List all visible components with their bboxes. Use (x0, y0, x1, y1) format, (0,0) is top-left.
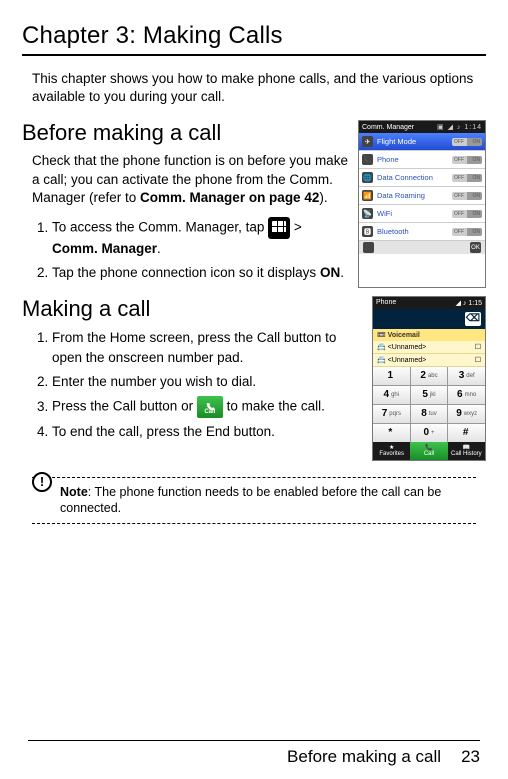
page-footer: Before making a call 23 (28, 740, 480, 767)
chapter-intro: This chapter shows you how to make phone… (32, 70, 486, 106)
phone-dialer-screenshot: Phone ◢ ♪ 1:15 ⌫ 📼 Voicemail 📇 <Unnamed>… (372, 296, 486, 461)
alert-icon: ! (32, 472, 52, 492)
call-button-icon: Call (197, 396, 223, 418)
dial-key: * (373, 424, 410, 442)
toggle-switch: OFFON (452, 174, 482, 182)
sec1-step-2: Tap the phone connection icon so it disp… (52, 263, 348, 283)
call-tab: 📞Call (410, 442, 447, 460)
comm-row: ✈ Flight Mode OFFON (359, 133, 485, 151)
dial-key: 5jkl (411, 386, 448, 404)
dial-key: 9wxyz (448, 405, 485, 423)
dial-key: 0+ (411, 424, 448, 442)
dial-key: 6mno (448, 386, 485, 404)
dial-key: 8tuv (411, 405, 448, 423)
sec2-step-3: Press the Call button or Call to make th… (52, 396, 362, 418)
row-icon: 🅱 (362, 226, 373, 237)
section-making-heading: Making a call (22, 296, 362, 322)
row-icon: 📞 (362, 154, 373, 165)
backspace-icon: ⌫ (465, 312, 481, 326)
favorites-tab: ★Favorites (373, 442, 410, 460)
comm-row: 🌐 Data Connection OFFON (359, 169, 485, 187)
footer-section-label: Before making a call (287, 747, 441, 767)
dial-key: # (448, 424, 485, 442)
dial-key: 3def (448, 367, 485, 385)
comm-row: 🅱 Bluetooth OFFON (359, 223, 485, 241)
row-icon: 📶 (362, 190, 373, 201)
toggle-switch: OFFON (452, 138, 482, 146)
sec2-step-4: To end the call, press the End button. (52, 422, 362, 442)
toggle-switch: OFFON (452, 156, 482, 164)
footer-page-number: 23 (461, 747, 480, 767)
toggle-switch: OFFON (452, 210, 482, 218)
dial-key: 7pqrs (373, 405, 410, 423)
toggle-switch: OFFON (452, 228, 482, 236)
start-menu-icon (268, 217, 290, 239)
comm-row: 📶 Data Roaming OFFON (359, 187, 485, 205)
section-before-heading: Before making a call (22, 120, 348, 146)
section-before-paragraph: Check that the phone function is on befo… (32, 152, 348, 207)
dial-key: 4ghi (373, 386, 410, 404)
sec2-step-2: Enter the number you wish to dial. (52, 372, 362, 392)
sec1-step-1: To access the Comm. Manager, tap > Comm.… (52, 217, 348, 259)
toggle-switch: OFFON (452, 192, 482, 200)
chapter-title: Chapter 3: Making Calls (22, 22, 486, 56)
comm-manager-screenshot: Comm. Manager ▣ ◢ ♪ 1:14 ✈ Flight Mode O… (358, 120, 486, 287)
comm-row: 📡 WiFi OFFON (359, 205, 485, 223)
comm-row: 📞 Phone OFFON (359, 151, 485, 169)
ok-key-icon: OK (470, 242, 481, 253)
row-icon: ✈ (362, 136, 373, 147)
note-box: ! Note: The phone function needs to be e… (32, 477, 476, 525)
dial-key: 2abc (411, 367, 448, 385)
row-icon: 📡 (362, 208, 373, 219)
row-icon: 🌐 (362, 172, 373, 183)
history-tab: 📖Call History (448, 442, 485, 460)
dial-key: 1 (373, 367, 410, 385)
start-key-icon (363, 242, 374, 253)
sec2-step-1: From the Home screen, press the Call but… (52, 328, 362, 369)
